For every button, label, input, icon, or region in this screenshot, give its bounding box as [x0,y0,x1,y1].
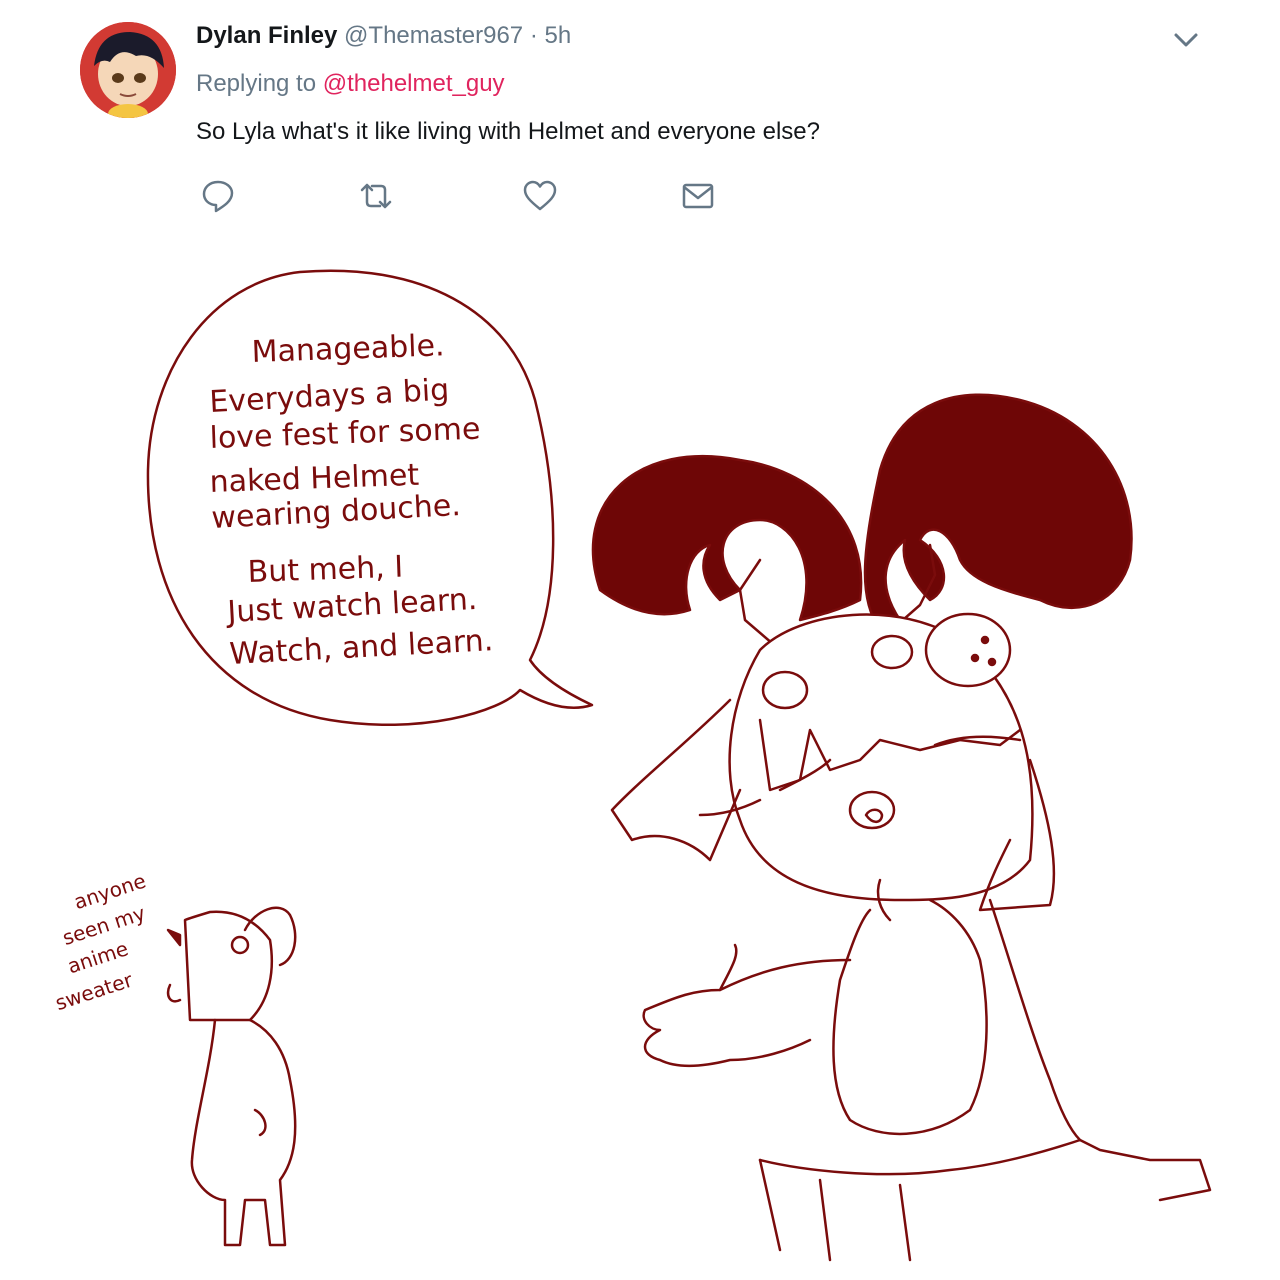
avatar[interactable] [80,22,176,118]
speech-line-3: love fest for some [209,412,481,456]
separator-dot: · [529,22,538,49]
user-handle[interactable]: @Themaster967 [344,22,523,49]
retweet-icon[interactable] [358,178,394,214]
speech-line-2: Everydays a big [209,372,450,420]
small-character [183,910,274,1022]
left-horn [591,454,863,622]
speech-line-6: But meh, I [247,550,404,590]
comment-icon[interactable] [200,178,236,214]
side-line-4: sweater [52,967,136,1015]
display-name[interactable]: Dylan Finley [196,22,337,49]
envelope-icon[interactable] [680,178,716,214]
tweet-text: So Lyla what's it like living with Helme… [196,118,820,145]
right-horn [863,393,1133,632]
heart-icon[interactable] [522,178,558,214]
speech-line-1: Manageable. [251,328,445,370]
tweet-author-row: Dylan Finley @Themaster967 · 5h [196,22,571,50]
tweet-card: Dylan Finley @Themaster967 · 5h Replying… [0,0,1280,230]
chevron-down-icon[interactable] [1170,26,1202,54]
timestamp[interactable]: 5h [545,22,572,49]
comic-illustration: Manageable. Everydays a big love fest fo… [52,269,1212,1262]
replying-prefix: Replying to [196,70,317,97]
speech-line-8: Watch, and learn. [229,623,494,672]
replying-to-link[interactable]: @thehelmet_guy [323,70,505,97]
replying-to-row: Replying to @thehelmet_guy [196,70,505,98]
